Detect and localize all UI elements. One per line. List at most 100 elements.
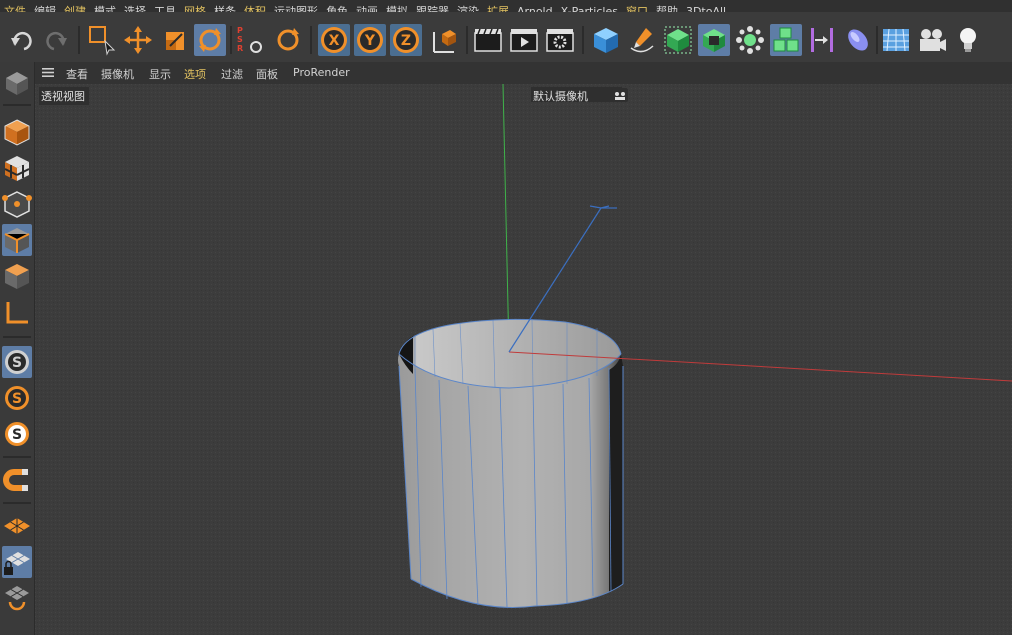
axis-x-label: X xyxy=(329,33,340,49)
undo-icon xyxy=(11,31,32,51)
viewport-menu-item[interactable]: 摄像机 xyxy=(101,66,134,82)
render-view-button[interactable] xyxy=(472,24,504,56)
axis-y-lock-button[interactable]: Y xyxy=(354,24,386,56)
light-bulb-icon xyxy=(960,28,976,52)
bend-deformer-icon xyxy=(811,28,833,52)
workplane-align-button[interactable] xyxy=(2,582,32,614)
axis-x-lock-button[interactable]: X xyxy=(318,24,350,56)
move-button[interactable] xyxy=(122,24,154,56)
viewport-menu-item[interactable]: 过滤 xyxy=(221,66,243,82)
snap-s-orange-icon: S xyxy=(5,386,29,410)
rotate-button[interactable] xyxy=(194,24,226,56)
clapper-gear-icon xyxy=(546,29,574,52)
toolbar-separator xyxy=(310,26,312,54)
magnet-button[interactable] xyxy=(2,464,32,496)
workplane-button[interactable] xyxy=(2,510,32,542)
psr-letter-p: P xyxy=(237,26,243,35)
texture-checker-icon xyxy=(4,156,30,181)
light-button[interactable] xyxy=(952,24,984,56)
snap-button[interactable]: S xyxy=(2,346,32,378)
axis-x-icon: X xyxy=(321,27,347,53)
cube-icon xyxy=(594,28,618,53)
magnet-icon xyxy=(3,469,28,491)
rotate-icon xyxy=(199,28,221,52)
rotate-icon xyxy=(277,28,299,51)
snap-s-slash-icon: S xyxy=(5,422,29,446)
render-picture-viewer-button[interactable] xyxy=(508,24,540,56)
coordinate-system-button[interactable] xyxy=(428,24,460,56)
viewport-menu-item[interactable]: ProRender xyxy=(293,66,350,79)
viewport-menu-item[interactable]: 查看 xyxy=(66,66,88,82)
hamburger-menu-icon[interactable] xyxy=(42,68,54,77)
rect-select-icon xyxy=(89,26,116,56)
toolbar-separator xyxy=(876,26,878,54)
axis-z-icon: Z xyxy=(393,27,419,53)
cube-button[interactable] xyxy=(590,24,622,56)
workplane-grid-icon xyxy=(4,518,30,534)
viewport-menu-item[interactable]: 显示 xyxy=(149,66,171,82)
viewport-menu-bar: 查看 摄像机 显示 选项 过滤 面板 ProRender xyxy=(35,62,1012,84)
render-settings-button[interactable] xyxy=(544,24,576,56)
texture-mode-button[interactable] xyxy=(2,152,32,184)
axis-z-label: Z xyxy=(401,33,411,49)
axis-mode-icon xyxy=(6,302,28,324)
world-coordinates-icon xyxy=(433,30,456,53)
cylinder-outer-surface[interactable] xyxy=(398,354,624,608)
axis-z-lock-button[interactable]: Z xyxy=(390,24,422,56)
clapper-play-icon xyxy=(510,29,538,52)
stacked-cubes-icon xyxy=(773,27,799,52)
subdivision-button[interactable] xyxy=(662,24,694,56)
array-button[interactable] xyxy=(698,24,730,56)
field-button[interactable] xyxy=(842,24,874,56)
polygon-mode-button[interactable] xyxy=(2,260,32,292)
palette-separator xyxy=(3,502,31,504)
snap-toggle-button[interactable]: S xyxy=(2,418,32,450)
axis-y-label: Y xyxy=(364,33,376,49)
workplane-lock-icon xyxy=(4,552,30,575)
palette-separator xyxy=(3,336,31,338)
scale-button[interactable] xyxy=(158,24,190,56)
field-capsule-icon xyxy=(848,29,868,51)
make-editable-button[interactable] xyxy=(2,66,32,98)
pen-spline-button[interactable] xyxy=(626,24,658,56)
cloner-button[interactable] xyxy=(734,24,766,56)
pen-icon xyxy=(630,28,654,53)
viewport-menu-item[interactable]: 面板 xyxy=(256,66,278,82)
deformer-button[interactable] xyxy=(806,24,838,56)
workplane-lock-button[interactable] xyxy=(2,546,32,578)
axis-mode-button[interactable] xyxy=(2,296,32,328)
polygons-mode-icon xyxy=(5,264,29,289)
svg-text:S: S xyxy=(12,427,22,443)
subdivision-cube-icon xyxy=(664,26,692,54)
rect-select-button[interactable] xyxy=(86,24,118,56)
point-mode-button[interactable] xyxy=(2,188,32,220)
psr-button[interactable]: P S R xyxy=(234,24,266,56)
redo-button[interactable] xyxy=(40,24,72,56)
model-mode-button[interactable] xyxy=(2,116,32,148)
mograph-cubes-button[interactable] xyxy=(770,24,802,56)
viewport-camera-label[interactable]: 默认摄像机 xyxy=(531,87,622,103)
edge-mode-button[interactable] xyxy=(2,224,32,256)
snap-s-icon: S xyxy=(5,350,29,374)
points-mode-icon xyxy=(2,191,32,218)
camera-indicator-icon[interactable] xyxy=(612,88,628,102)
psr-reset-icon: P S R xyxy=(237,26,262,53)
menu-bar: 文件 编辑 创建 模式 选择 工具 网格 样条 体积 运动图形 角色 动画 模拟 跟踪器 渲染 扩展 Arnol… xyxy=(0,0,1012,12)
camera-button[interactable] xyxy=(916,24,948,56)
snap-settings-button[interactable]: S xyxy=(2,382,32,414)
left-tool-palette: S S S xyxy=(0,62,35,635)
svg-text:S: S xyxy=(12,355,22,371)
viewport-title[interactable]: 透视视图 xyxy=(39,87,89,105)
viewport-scene xyxy=(35,84,1012,635)
psr-letter-s: S xyxy=(237,35,243,44)
undo-button[interactable] xyxy=(6,24,38,56)
floor-button[interactable] xyxy=(880,24,912,56)
axis-y-icon: Y xyxy=(357,27,383,53)
psr-letter-r: R xyxy=(237,44,243,53)
floor-grid-icon xyxy=(883,28,909,52)
perspective-viewport[interactable]: 透视视图 默认摄像机 xyxy=(35,84,1012,635)
viewport-menu-item[interactable]: 选项 xyxy=(184,66,206,82)
make-editable-icon xyxy=(6,72,28,95)
toolbar-separator xyxy=(582,26,584,54)
recent-tool-button[interactable] xyxy=(272,24,304,56)
